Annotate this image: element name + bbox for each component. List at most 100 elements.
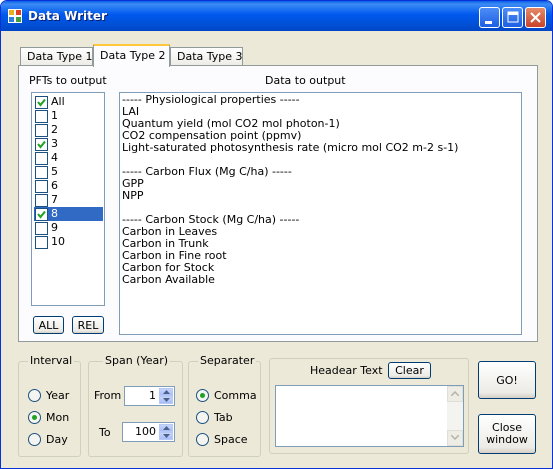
radio-selected-dot xyxy=(200,393,205,398)
checkmark-icon xyxy=(37,98,46,107)
chevron-up-icon xyxy=(451,391,459,396)
span-to-spinner xyxy=(159,424,173,440)
chevron-down-icon xyxy=(163,398,170,402)
separater-comma-label: Comma xyxy=(214,389,257,402)
pft-checkbox[interactable] xyxy=(35,96,48,109)
pft-item-label: 3 xyxy=(51,137,58,150)
maximize-button[interactable] xyxy=(502,7,523,28)
pft-checkbox[interactable] xyxy=(35,236,48,249)
interval-title: Interval xyxy=(28,354,75,367)
tab-panel: PFTs to output Data to output All 1 2 3 4 5 6 7… xyxy=(18,65,538,342)
all-button[interactable]: ALL xyxy=(33,316,64,334)
pft-checklist[interactable]: All 1 2 3 4 5 6 7 8 9 10 xyxy=(31,92,105,306)
pft-item[interactable]: 9 xyxy=(34,221,103,235)
pft-item-label: 5 xyxy=(51,165,58,178)
pft-item-label: 6 xyxy=(51,179,58,192)
data-output-item[interactable]: Carbon Available xyxy=(122,274,519,286)
separater-tab-radio[interactable] xyxy=(196,411,209,424)
minimize-icon xyxy=(485,21,492,24)
pft-item[interactable]: 5 xyxy=(34,165,103,179)
data-output-item[interactable]: NPP xyxy=(122,190,519,202)
data-output-item[interactable]: GPP xyxy=(122,178,519,190)
tab-data-type-1[interactable]: Data Type 1 xyxy=(20,47,93,66)
pft-item[interactable]: 8 xyxy=(34,207,103,221)
separater-comma-radio[interactable] xyxy=(196,389,209,402)
span-from-label: From xyxy=(94,389,122,402)
pft-checkbox[interactable] xyxy=(35,124,48,137)
interval-day-label: Day xyxy=(46,433,68,446)
spin-down-button[interactable] xyxy=(159,432,173,440)
pft-item-label: All xyxy=(51,95,65,108)
vertical-scrollbar[interactable] xyxy=(447,386,463,446)
separater-group: Separater Comma Tab Space xyxy=(188,354,261,457)
app-icon[interactable] xyxy=(8,9,22,23)
chevron-down-icon xyxy=(451,435,459,440)
pft-item[interactable]: All xyxy=(34,95,103,109)
pft-item[interactable]: 2 xyxy=(34,123,103,137)
separater-space-label: Space xyxy=(214,433,248,446)
span-from-input[interactable]: 1 xyxy=(124,386,175,406)
radio-selected-dot xyxy=(32,415,37,420)
header-text-group: Headear Text Clear xyxy=(269,358,469,454)
pft-item-label: 2 xyxy=(51,123,58,136)
window-title: Data Writer xyxy=(28,9,107,23)
data-output-list[interactable]: ----- Physiological properties ----- LAI Q… xyxy=(119,92,522,335)
title-bar[interactable]: Data Writer xyxy=(1,1,552,31)
pft-item[interactable]: 3 xyxy=(34,137,103,151)
separater-tab-label: Tab xyxy=(214,411,233,424)
chevron-down-icon xyxy=(163,434,170,438)
spin-up-button[interactable] xyxy=(159,388,173,396)
pft-checkbox[interactable] xyxy=(35,138,48,151)
pft-header: PFTs to output xyxy=(29,74,107,87)
scroll-down-button[interactable] xyxy=(447,430,463,446)
interval-year-label: Year xyxy=(46,389,70,402)
pft-item-label: 9 xyxy=(51,221,58,234)
tab-data-type-3[interactable]: Data Type 3 xyxy=(170,47,243,66)
chevron-up-icon xyxy=(163,390,170,394)
scroll-up-button[interactable] xyxy=(447,386,463,402)
separater-space-radio[interactable] xyxy=(196,433,209,446)
pft-checkbox[interactable] xyxy=(35,180,48,193)
data-writer-window: Data Writer Data Type 1 Data Type 2 Data… xyxy=(0,0,553,469)
close-window-button[interactable]: Close window xyxy=(478,414,536,454)
pft-checkbox[interactable] xyxy=(35,152,48,165)
spin-down-button[interactable] xyxy=(159,396,173,404)
span-group: Span (Year) From 1 To 100 xyxy=(88,354,183,457)
header-text-title: Headear Text xyxy=(310,364,383,377)
clear-button[interactable]: Clear xyxy=(388,362,431,379)
pft-checkbox[interactable] xyxy=(35,194,48,207)
output-header: Data to output xyxy=(265,74,346,87)
data-output-item[interactable]: ----- Carbon Flux (Mg C/ha) ----- xyxy=(122,166,519,178)
data-output-item[interactable]: ----- Physiological properties ----- xyxy=(122,94,519,106)
data-output-item[interactable]: Light-saturated photosynthesis rate (mic… xyxy=(122,142,519,154)
pft-item[interactable]: 1 xyxy=(34,109,103,123)
pft-item-label: 1 xyxy=(51,109,58,122)
minimize-button[interactable] xyxy=(479,7,500,28)
spin-up-button[interactable] xyxy=(159,424,173,432)
close-button[interactable] xyxy=(525,7,546,28)
interval-year-radio[interactable] xyxy=(28,389,41,402)
pft-item[interactable]: 4 xyxy=(34,151,103,165)
go-button[interactable]: GO! xyxy=(478,361,536,399)
span-to-input[interactable]: 100 xyxy=(122,422,175,442)
pft-checkbox[interactable] xyxy=(35,110,48,123)
header-text-input[interactable] xyxy=(275,385,464,447)
interval-group: Interval Year Mon Day xyxy=(18,354,81,457)
pft-checkbox[interactable] xyxy=(35,166,48,179)
pft-item-label: 10 xyxy=(51,235,65,248)
interval-day-radio[interactable] xyxy=(28,433,41,446)
span-from-value: 1 xyxy=(149,389,156,402)
pft-item[interactable]: 6 xyxy=(34,179,103,193)
interval-mon-radio[interactable] xyxy=(28,411,41,424)
tab-data-type-2[interactable]: Data Type 2 xyxy=(93,44,170,67)
span-title: Span (Year) xyxy=(103,354,171,367)
span-to-value: 100 xyxy=(135,425,156,438)
pft-item-label: 8 xyxy=(51,207,58,220)
pft-checkbox[interactable] xyxy=(35,222,48,235)
rel-button[interactable]: REL xyxy=(72,316,104,334)
pft-item[interactable]: 10 xyxy=(34,235,103,249)
pft-checkbox[interactable] xyxy=(35,208,48,221)
pft-item-label: 4 xyxy=(51,151,58,164)
pft-item[interactable]: 7 xyxy=(34,193,103,207)
checkmark-icon xyxy=(37,210,46,219)
